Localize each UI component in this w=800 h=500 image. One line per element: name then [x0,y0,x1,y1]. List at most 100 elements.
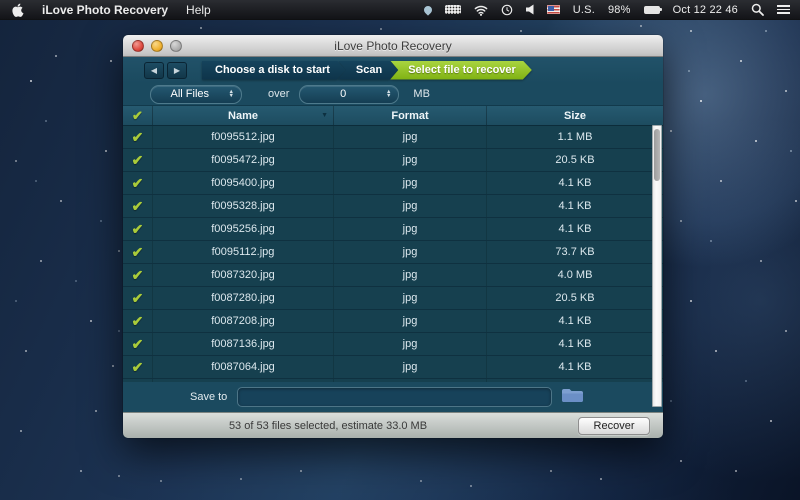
file-format: jpg [334,172,487,194]
toolbar: ◀ ▶ Choose a disk to start Scan Select f… [123,57,663,83]
file-size: 4.1 KB [558,361,592,373]
menu-clock[interactable]: Oct 12 22 46 [673,4,738,16]
window-title: iLove Photo Recovery [334,38,452,53]
input-source-flag-icon[interactable] [546,5,560,14]
check-icon: ✔ [131,128,144,145]
popup-arrows-icon: ▲ ▼ [228,88,234,99]
file-format: jpg [334,149,487,171]
keyboard-status-icon[interactable] [444,5,461,14]
row-checkbox[interactable]: ✔ [123,264,153,286]
size-stepper-value: 0 [340,88,347,100]
spotlight-icon[interactable] [751,3,764,16]
row-checkbox[interactable]: ✔ [123,287,153,309]
file-name: f0095112.jpg [153,241,334,263]
file-name: f0095400.jpg [153,172,334,194]
file-format: jpg [334,287,487,309]
row-checkbox[interactable]: ✔ [123,149,153,171]
table-row[interactable]: ✔ f0087064.jpg jpg 4.1 KB [123,356,663,379]
window-titlebar[interactable]: iLove Photo Recovery [123,35,663,57]
volume-icon[interactable] [525,4,534,15]
table-row-partial[interactable]: ✔ [123,379,663,382]
file-name: f0087064.jpg [153,356,334,378]
file-name: f0095328.jpg [153,195,334,217]
column-header-name[interactable]: Name ▼ [153,106,334,125]
table-row[interactable]: ✔ f0087280.jpg jpg 20.5 KB [123,287,663,310]
battery-percent[interactable]: 98% [608,4,631,16]
step-select-file[interactable]: Select file to recover [390,61,532,80]
desktop-wallpaper: iLove Photo Recovery Help U.S. 98% Oct 1… [0,0,800,500]
table-row[interactable]: ✔ f0095328.jpg jpg 4.1 KB [123,195,663,218]
file-format: jpg [334,241,487,263]
recover-button[interactable]: Recover [578,417,650,435]
menu-app-name[interactable]: iLove Photo Recovery [42,3,168,17]
time-machine-icon[interactable] [501,4,513,16]
step-choose-disk[interactable]: Choose a disk to start [202,61,346,80]
row-checkbox[interactable]: ✔ [123,241,153,263]
table-scrollbar[interactable] [652,125,662,407]
row-checkbox[interactable]: ✔ [123,218,153,240]
row-checkbox[interactable]: ✔ [123,126,153,148]
battery-icon[interactable] [643,5,662,14]
column-header-format[interactable]: Format [334,106,487,125]
file-size: 20.5 KB [555,292,595,304]
file-format: jpg [334,356,487,378]
file-format [334,379,487,382]
row-checkbox[interactable]: ✔ [123,172,153,194]
column-header-size[interactable]: Size [487,106,663,125]
file-name: f0087280.jpg [153,287,334,309]
save-path-input[interactable] [237,387,553,407]
file-name [153,379,334,382]
row-checkbox[interactable]: ✔ [123,379,153,382]
row-checkbox[interactable]: ✔ [123,356,153,378]
save-to-label: Save to [190,391,228,403]
check-icon: ✔ [131,335,144,352]
forward-icon: ▶ [173,65,181,75]
file-name: f0095512.jpg [153,126,334,148]
file-name: f0087208.jpg [153,310,334,332]
table-row[interactable]: ✔ f0095400.jpg jpg 4.1 KB [123,172,663,195]
menu-item-help[interactable]: Help [186,3,211,17]
file-name: f0087320.jpg [153,264,334,286]
table-row[interactable]: ✔ f0095112.jpg jpg 73.7 KB [123,241,663,264]
row-checkbox[interactable]: ✔ [123,195,153,217]
check-icon: ✔ [131,174,144,191]
drop-status-icon[interactable] [422,3,434,16]
select-all-checkbox[interactable]: ✔ [123,106,153,125]
selection-summary: 53 of 53 files selected, estimate 33.0 M… [228,419,428,432]
input-source-label[interactable]: U.S. [573,4,595,16]
check-icon: ✔ [132,107,143,123]
choose-folder-button[interactable] [561,387,584,407]
file-type-value: All Files [170,88,210,100]
file-name: f0095472.jpg [153,149,334,171]
back-button[interactable]: ◀ [144,61,164,79]
scrollbar-thumb[interactable] [654,129,660,181]
notification-center-icon[interactable] [777,5,790,14]
step-scan[interactable]: Scan [338,61,398,80]
apple-menu-icon[interactable] [12,3,24,17]
file-size [487,379,663,382]
status-bar: 53 of 53 files selected, estimate 33.0 M… [123,412,663,438]
file-size: 4.1 KB [558,177,592,189]
table-row[interactable]: ✔ f0095472.jpg jpg 20.5 KB [123,149,663,172]
table-row[interactable]: ✔ f0087136.jpg jpg 4.1 KB [123,333,663,356]
table-row[interactable]: ✔ f0095256.jpg jpg 4.1 KB [123,218,663,241]
wifi-icon[interactable] [474,4,488,16]
row-checkbox[interactable]: ✔ [123,333,153,355]
file-format: jpg [334,333,487,355]
file-size: 4.1 KB [558,200,592,212]
table-body: ✔ f0095512.jpg jpg 1.1 MB ✔ f0095472.jpg… [123,126,663,382]
unit-label: MB [413,88,430,100]
save-to-row: Save to [123,382,663,412]
table-row[interactable]: ✔ f0095512.jpg jpg 1.1 MB [123,126,663,149]
file-size: 1.1 MB [557,131,593,143]
file-type-popup[interactable]: All Files ▲ ▼ [150,84,242,104]
forward-button[interactable]: ▶ [167,61,187,79]
row-checkbox[interactable]: ✔ [123,310,153,332]
file-format: jpg [334,195,487,217]
size-stepper[interactable]: 0 ▲ ▼ [299,84,400,104]
check-icon: ✔ [131,289,144,306]
table-row[interactable]: ✔ f0087208.jpg jpg 4.1 KB [123,310,663,333]
over-label: over [268,88,290,100]
table-row[interactable]: ✔ f0087320.jpg jpg 4.0 MB [123,264,663,287]
check-icon: ✔ [131,312,144,329]
